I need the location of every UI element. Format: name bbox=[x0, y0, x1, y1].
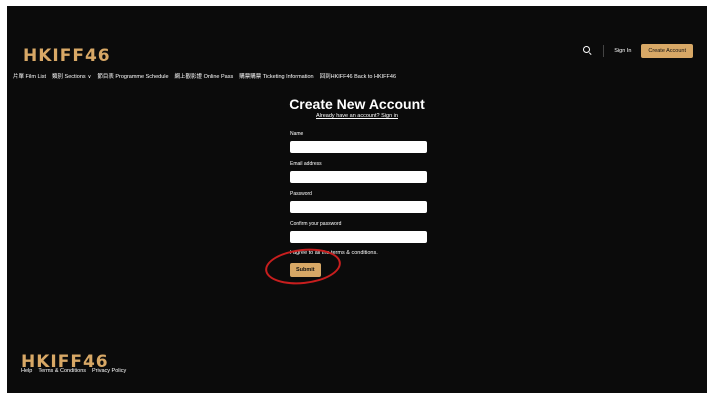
name-field-group: Name bbox=[290, 129, 427, 153]
password-field-group: Password bbox=[290, 189, 427, 213]
name-label: Name bbox=[290, 131, 304, 137]
email-label: Email address bbox=[290, 161, 322, 167]
annotation-circle bbox=[263, 245, 343, 288]
main-nav: 片單 Film List 類別 Sections ∨ 節目表 Programme … bbox=[13, 72, 396, 80]
footer-links: Help Terms & Conditions Privacy Policy bbox=[21, 368, 126, 374]
app-window: HKIFF46 片單 Film List 類別 Sections ∨ 節目表 Pr… bbox=[7, 6, 707, 393]
nav-item-sections-label: 類別 Sections bbox=[52, 74, 86, 80]
footer-link-terms[interactable]: Terms & Conditions bbox=[38, 368, 86, 374]
confirm-password-field-group: Confirm your password bbox=[290, 219, 427, 243]
nav-item-back-to-hkiff46[interactable]: 回到HKIFF46 Back to HKIFF46 bbox=[320, 72, 396, 80]
chevron-down-icon: ∨ bbox=[87, 74, 92, 80]
nav-item-programme-schedule[interactable]: 節目表 Programme Schedule bbox=[97, 72, 168, 80]
confirm-password-input[interactable] bbox=[290, 231, 427, 243]
footer-link-privacy[interactable]: Privacy Policy bbox=[92, 368, 126, 374]
nav-item-online-pass[interactable]: 網上觀影證 Online Pass bbox=[175, 72, 234, 80]
password-label: Password bbox=[290, 191, 312, 197]
brand-logo[interactable]: HKIFF46 bbox=[23, 46, 111, 66]
email-field-group: Email address bbox=[290, 159, 427, 183]
email-input[interactable] bbox=[290, 171, 427, 183]
nav-item-ticketing-information[interactable]: 購票購票 Ticketing Information bbox=[239, 72, 313, 80]
confirm-password-label: Confirm your password bbox=[290, 221, 342, 227]
nav-item-sections[interactable]: 類別 Sections ∨ bbox=[52, 72, 91, 80]
nav-item-film-list[interactable]: 片單 Film List bbox=[13, 72, 46, 80]
header-actions: Sign In Create Account bbox=[583, 44, 693, 58]
sign-in-link-form[interactable]: Already have an account? Sign in bbox=[7, 113, 707, 119]
search-icon[interactable] bbox=[583, 46, 593, 56]
name-input[interactable] bbox=[290, 141, 427, 153]
sign-in-link[interactable]: Sign In bbox=[614, 48, 631, 54]
create-account-button[interactable]: Create Account bbox=[641, 44, 693, 58]
password-input[interactable] bbox=[290, 201, 427, 213]
page-title: Create New Account bbox=[289, 96, 425, 112]
footer-link-help[interactable]: Help bbox=[21, 368, 32, 374]
divider bbox=[603, 45, 605, 57]
